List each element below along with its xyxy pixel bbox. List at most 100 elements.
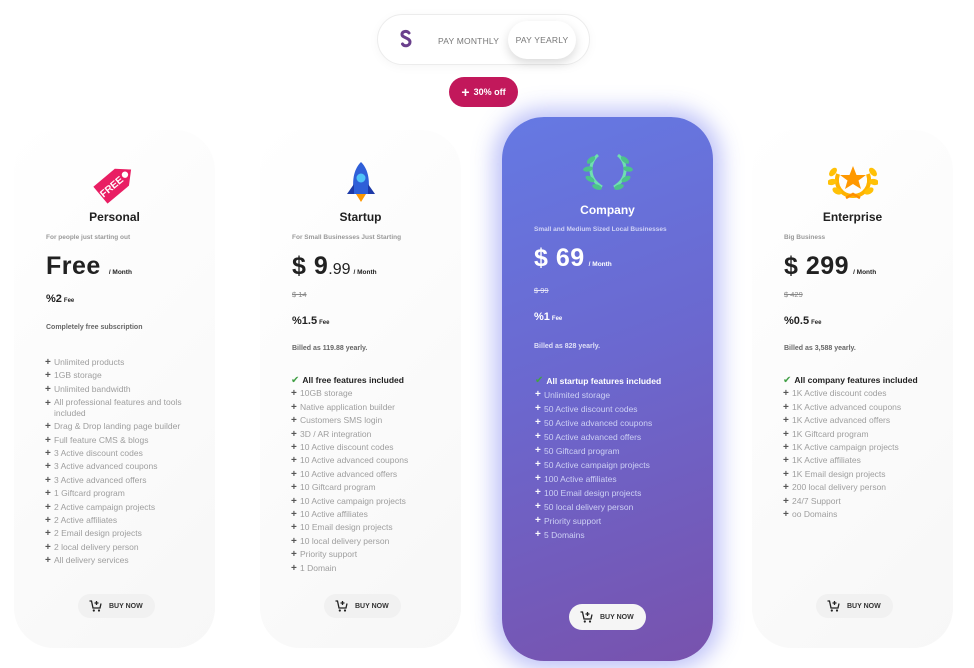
buy-now-button[interactable]: BUY NOW [569,604,646,630]
price-main: $ 69 [534,244,585,272]
buy-now-label: BUY NOW [109,602,143,610]
feature-item: +50 Active advanced coupons [535,417,653,428]
feature-list: + Unlimited products +1GB storage + Unlimi… [45,356,205,568]
feature-item: +1GB storage [45,370,102,382]
feature-item: + Unlimited products [45,357,125,368]
check-icon: ✔ [535,375,544,386]
plan-name: Enterprise [822,210,883,224]
plan-price: $ 9 .99 / Month [292,252,377,281]
price-period: / Month [588,261,612,268]
plus-icon: + [45,434,51,446]
feature-item: + Unlimited bandwidth [45,383,131,395]
plus-icon: + [45,488,51,500]
plan-note: Completely free subscription [46,324,143,331]
plan-price: Free / Month [46,252,132,281]
feature-item: +1K Email design projects [783,468,886,480]
feature-item: +1 Domain [291,562,337,574]
plus-icon: + [45,501,51,513]
free-tag-icon: FREE [92,168,131,204]
plan-name: Personal [89,210,140,224]
price-main: $ 9 [292,252,329,280]
plus-icon: + [783,482,789,494]
feature-headline: ✔ All company features included [783,375,918,386]
feature-headline: ✔ All free features included [291,375,404,386]
plus-icon: + [291,562,297,574]
buy-now-label: BUY NOW [600,613,634,621]
buy-now-button[interactable]: BUY NOW [78,594,155,618]
fee-value: %2 [46,293,62,305]
feature-item: +50 Active campaign projects [535,459,650,470]
cart-add-icon [580,611,593,623]
feature-item: + Drag & Drop landing page builder [45,421,181,433]
feature-item: +1 Giftcard program [45,488,125,500]
plan-name: Company [580,203,635,217]
feature-item: +24/7 Support [783,495,841,507]
plan-subtitle: Big Business [784,234,826,241]
plan-subtitle: For Small Businesses Just Starting [292,234,402,241]
feature-item: + All professional features and tools inc… [45,397,182,419]
plan-subtitle: For people just starting out [46,234,131,241]
plus-icon: + [291,442,297,454]
s-logo-icon [400,29,412,48]
price-period: / Month [108,269,132,276]
feature-item: +10 Active advanced offers [291,468,398,480]
feature-item: + Full feature CMS & blogs [45,434,149,446]
price-period: / Month [353,269,377,276]
feature-item: +100 Email design projects [535,487,642,498]
feature-item: +3 Active advanced offers [45,474,147,486]
plus-icon: + [535,501,541,512]
plan-fee: %1 Fee [534,311,562,323]
plus-icon: + [535,445,541,456]
feature-item: +2 Email design projects [45,528,142,540]
feature-item: +200 local delivery person [783,482,887,494]
discount-label: 30% off [473,87,506,97]
feature-item: + Unlimited storage [535,389,611,400]
plus-icon: + [783,401,789,413]
feature-item: + oo Domains [783,509,838,521]
feature-item: +3D / AR integration [291,428,372,440]
laurel-wreath-icon [582,153,633,190]
plus-icon: + [535,389,541,400]
feature-item: + All delivery services [45,555,129,567]
plus-icon: + [783,442,789,454]
cart-add-icon [827,600,840,612]
plus-icon: + [45,357,51,368]
plus-icon: + [291,495,297,507]
feature-item: +2 local delivery person [45,541,139,553]
star-laurel-icon [827,166,878,200]
feature-item: + Priority support [291,549,358,561]
plan-card-enterprise: Enterprise Big Business $ 299 / Month $ … [752,130,953,648]
pay-monthly-option[interactable]: PAY MONTHLY [438,36,499,46]
plan-fee: %1.5 Fee [292,315,329,327]
buy-now-button[interactable]: BUY NOW [324,594,401,618]
plus-icon: + [535,487,541,498]
feature-item: +1K Active affiliates [783,455,861,467]
plus-icon: + [783,509,789,521]
feature-item: +1K Active campaign projects [783,442,899,454]
plus-icon: + [535,459,541,470]
plus-icon: + [535,431,541,442]
feature-item: +3 Active discount codes [45,448,143,460]
feature-item: +10GB storage [291,388,353,400]
plus-icon: + [45,555,51,567]
plus-icon: + [45,474,51,486]
plus-icon: + [291,415,297,427]
plan-subtitle: Small and Medium Sized Local Businesses [534,226,667,233]
plus-icon: + [783,455,789,467]
billing-toggle[interactable]: PAY MONTHLY PAY YEARLY [377,14,590,65]
feature-item: +10 Email design projects [291,522,393,534]
feature-item: + Customers SMS login [291,415,383,427]
plus-icon: + [291,549,297,561]
plus-icon: + [291,428,297,440]
feature-item: +10 Active campaign projects [291,495,406,507]
buy-now-button[interactable]: BUY NOW [816,594,893,618]
plus-icon: + [45,421,51,433]
fee-label: Fee [811,320,822,326]
pay-yearly-option[interactable]: PAY YEARLY [508,21,576,59]
plan-card-personal: FREE Personal For people just starting o… [14,130,215,648]
fee-label: Fee [63,298,75,304]
plan-fee: %0.5 Fee [784,315,821,327]
feature-item: + Priority support [535,515,602,526]
feature-item: +10 Active discount codes [291,442,394,454]
plan-note: Billed as 119.88 yearly. [292,345,368,352]
